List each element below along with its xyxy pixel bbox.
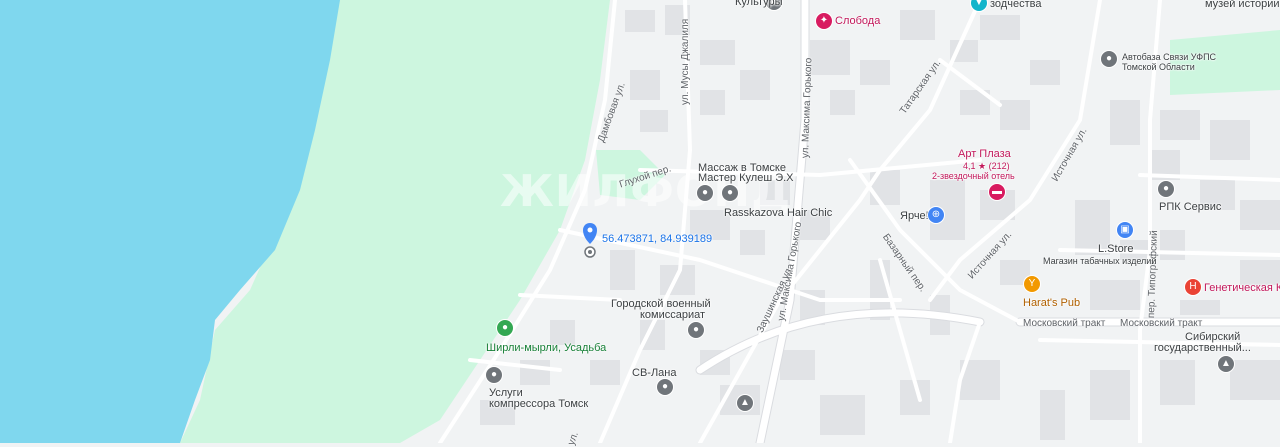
hospital-icon[interactable]: H — [1185, 279, 1201, 295]
poi-label-muzei[interactable]: музей истории... — [1205, 0, 1280, 11]
poi-label-zodchestva[interactable]: зодчества — [990, 0, 1041, 11]
poi-label-shirli[interactable]: Ширли-мырли, Усадьба — [486, 342, 606, 355]
poi-label-uslugi-2[interactable]: компрессора Томск — [489, 398, 588, 411]
shopping-bag-icon[interactable]: ▣ — [1117, 222, 1133, 238]
poi-label-lstore[interactable]: L.Store — [1098, 243, 1133, 256]
graduation-icon[interactable]: ▲ — [737, 395, 753, 411]
location-icon[interactable]: ● — [722, 185, 738, 201]
park-icon[interactable]: ● — [497, 320, 513, 336]
poi-label-rpk[interactable]: РПК Сервис — [1159, 201, 1221, 214]
location-icon[interactable]: ● — [486, 367, 502, 383]
location-icon[interactable]: ● — [688, 322, 704, 338]
poi-label-svlana[interactable]: СВ-Лана — [632, 367, 676, 380]
street-label-moskovsky-trakt: Московский тракт — [1023, 318, 1106, 329]
poi-label-sloboda[interactable]: Слобода — [835, 15, 880, 28]
location-icon[interactable]: ● — [657, 379, 673, 395]
poi-subtitle-artplaza: 2-звездочный отель — [932, 171, 1015, 181]
poi-label-avtobaza-2[interactable]: Томской Области — [1122, 62, 1195, 72]
poi-subtitle-lstore: Магазин табачных изделий — [1043, 256, 1157, 266]
poi-label-harats[interactable]: Harat's Pub — [1023, 297, 1080, 310]
shopping-cart-icon[interactable]: ⊕ — [928, 207, 944, 223]
bar-icon[interactable]: Y — [1024, 276, 1040, 292]
poi-label-sibirsky-2[interactable]: государственный... — [1154, 342, 1251, 355]
marker-coordinates: 56.473871, 84.939189 — [602, 233, 713, 245]
poi-label-yarche[interactable]: Ярче! — [900, 210, 929, 223]
graduation-icon[interactable]: ▲ — [1218, 356, 1234, 372]
poi-label-massage-2[interactable]: Мастер Кулеш Э.Х — [698, 172, 794, 185]
poi-label-voenkomat-2[interactable]: комиссариат — [640, 309, 705, 322]
hotel-icon[interactable]: ▬ — [989, 184, 1005, 200]
poi-label-artplaza[interactable]: Арт Плаза — [958, 148, 1011, 161]
poi-label-kultury[interactable]: Культуры — [735, 0, 783, 9]
street-label-musy-dzhalilya: ул. Мусы Джалиля — [680, 18, 691, 105]
location-icon[interactable]: ● — [1158, 181, 1174, 197]
poi-rating-artplaza: 4,1 ★ (212) — [963, 161, 1010, 171]
poi-label-rasskazova[interactable]: Rasskazova Hair Chic — [724, 207, 832, 220]
restaurant-icon[interactable]: ✦ — [816, 13, 832, 29]
location-icon[interactable]: ● — [697, 185, 713, 201]
poi-label-genetic[interactable]: Генетическая Кл — [1204, 282, 1280, 295]
location-icon[interactable]: ● — [1101, 51, 1117, 67]
poi-label-avtobaza-1[interactable]: Автобаза Связи УФПС — [1122, 52, 1216, 62]
street-label-moskovsky-trakt-2: Московский тракт — [1120, 318, 1203, 329]
